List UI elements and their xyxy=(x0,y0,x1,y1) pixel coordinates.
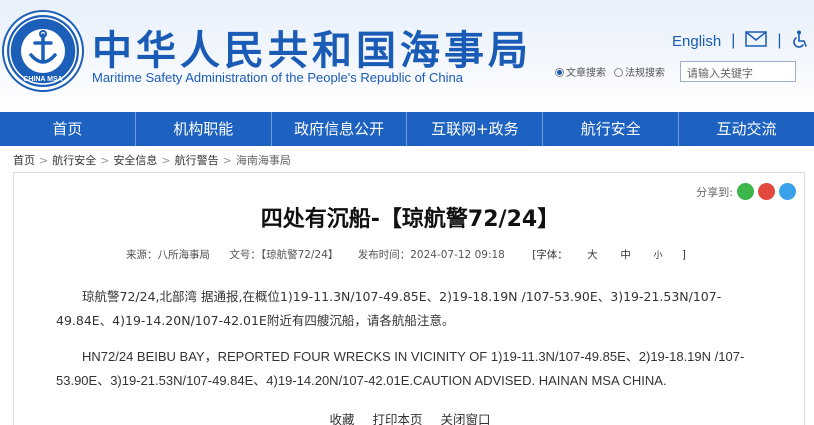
nav-functions[interactable]: 机构职能 xyxy=(136,112,272,146)
doc-number: 文号：【琼航警72/24】 xyxy=(229,249,339,261)
accessibility-icon[interactable] xyxy=(792,30,808,52)
search-option-regulations[interactable]: 法规搜索 xyxy=(614,64,665,79)
article-title: 四处有沉船-【琼航警72/24】 xyxy=(260,207,560,232)
nav-home[interactable]: 首页 xyxy=(0,112,136,146)
weibo-icon[interactable] xyxy=(758,183,775,200)
favorite-button[interactable]: 收藏 xyxy=(329,412,354,425)
close-window-button[interactable]: 关闭窗口 xyxy=(440,412,490,425)
breadcrumb-item[interactable]: 航行安全 xyxy=(52,152,96,168)
article-paragraph-cn: 琼航警72/24,北部湾 据通报,在概位1)19-11.3N/107-49.85… xyxy=(56,289,722,328)
font-large-button[interactable]: 大 xyxy=(587,249,598,261)
radio-unselected[interactable] xyxy=(614,68,623,77)
article-meta: 来源：八所海事局 文号：【琼航警72/24】 发布时间：2024-07-12 0… xyxy=(14,247,806,262)
search-options: 文章搜索 法规搜索 xyxy=(555,64,665,79)
anchor-icon: CHINA MSA xyxy=(9,17,77,85)
nav-gov-info[interactable]: 政府信息公开 xyxy=(272,112,408,146)
site-header: CHINA MSA 中华人民共和国海事局 Maritime Safety Adm… xyxy=(0,0,814,112)
share-bar: 分享到: xyxy=(696,183,796,200)
breadcrumb-item[interactable]: 安全信息 xyxy=(113,152,157,168)
breadcrumb-sep: > xyxy=(222,153,232,167)
breadcrumb-item[interactable]: 首页 xyxy=(13,152,35,168)
print-button[interactable]: 打印本页 xyxy=(372,412,422,425)
font-medium-button[interactable]: 中 xyxy=(620,249,631,261)
breadcrumb-sep: > xyxy=(100,153,110,167)
font-size-control: [字体： 大 中 小 ] xyxy=(532,249,686,261)
article-actions: 收藏 打印本页 关闭窗口 xyxy=(14,409,806,425)
logo-text: CHINA MSA xyxy=(23,76,62,83)
wechat-icon[interactable] xyxy=(737,183,754,200)
source: 来源：八所海事局 xyxy=(126,249,211,261)
radio-selected[interactable] xyxy=(555,68,564,77)
article-paragraph-en: HN72/24 BEIBU BAY，REPORTED FOUR WRECKS I… xyxy=(56,349,745,388)
nav-navigation-safety[interactable]: 航行安全 xyxy=(543,112,680,146)
main-nav: 首页 机构职能 政府信息公开 互联网+政务 航行安全 互动交流 xyxy=(0,112,814,146)
article-card: 分享到: 四处有沉船-【琼航警72/24】 来源：八所海事局 文号：【琼航警72… xyxy=(13,172,805,425)
mail-icon[interactable] xyxy=(745,31,768,51)
english-link[interactable]: English xyxy=(672,33,721,50)
msa-logo[interactable]: CHINA MSA xyxy=(4,12,82,90)
search-option-articles[interactable]: 文章搜索 xyxy=(555,64,606,79)
breadcrumb-sep: > xyxy=(161,153,171,167)
breadcrumb-sep: > xyxy=(39,153,49,167)
site-subtitle: Maritime Safety Administration of the Pe… xyxy=(92,70,464,85)
breadcrumb-item[interactable]: 航行警告 xyxy=(175,152,219,168)
breadcrumb: 首页 > 航行安全 > 安全信息 > 航行警告 > 海南海事局 xyxy=(13,152,291,168)
font-small-button[interactable]: 小 xyxy=(654,251,663,261)
separator: | xyxy=(731,32,736,49)
qq-icon[interactable] xyxy=(779,183,796,200)
share-label: 分享到: xyxy=(696,185,733,199)
nav-interaction[interactable]: 互动交流 xyxy=(679,112,814,146)
separator: | xyxy=(777,32,782,49)
search-input[interactable]: 请输入关键字 xyxy=(680,61,796,82)
nav-internet-gov[interactable]: 互联网+政务 xyxy=(407,112,544,146)
top-links: English | | xyxy=(672,30,808,52)
publish-time: 发布时间：2024-07-12 09:18 xyxy=(357,249,505,261)
breadcrumb-current[interactable]: 海南海事局 xyxy=(236,152,291,168)
site-title: 中华人民共和国海事局 xyxy=(92,28,532,74)
